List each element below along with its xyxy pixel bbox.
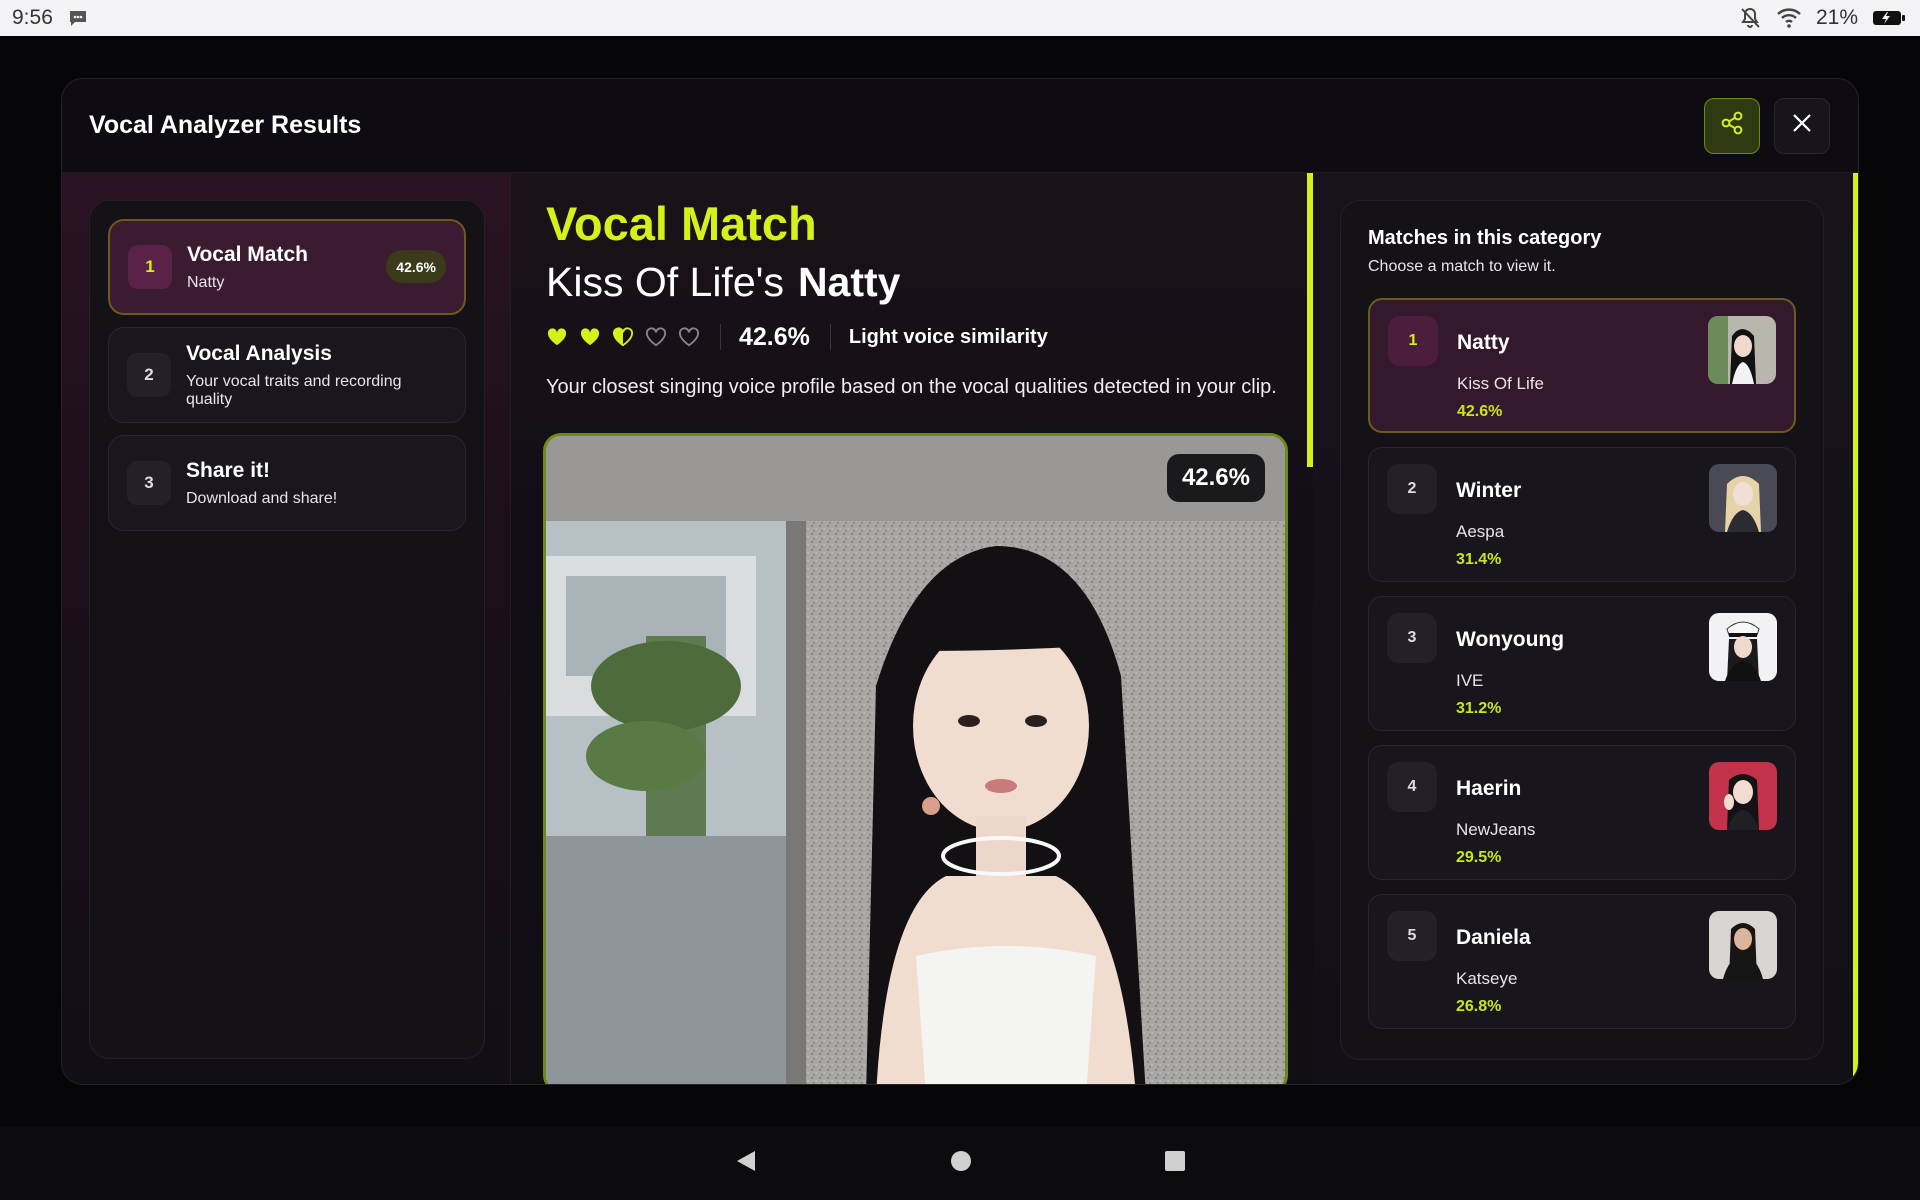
step-subtitle: Your vocal traits and recording quality — [186, 373, 402, 409]
matches-subtitle: Choose a match to view it. — [1368, 258, 1556, 275]
wifi-icon — [1776, 7, 1802, 29]
step-number: 3 — [127, 461, 171, 505]
match-percent-badge: 42.6% — [386, 250, 446, 283]
recents-icon[interactable] — [1163, 1149, 1187, 1178]
match-name: Haerin — [1456, 777, 1522, 800]
heart-filled-icon — [547, 328, 567, 346]
step-title: Vocal Match — [187, 242, 308, 266]
heart-empty-icon — [646, 327, 666, 347]
match-detail: Vocal Match Kiss Of Life's Natty 42.6% L… — [511, 173, 1313, 1084]
heart-half-icon — [613, 327, 633, 347]
step-share[interactable]: 3 Share it! Download and share! — [108, 435, 466, 531]
heart-filled-icon — [580, 328, 600, 346]
system-nav-bar — [0, 1126, 1920, 1200]
step-number: 2 — [127, 353, 171, 397]
battery-percent: 21% — [1815, 6, 1858, 29]
matches-panel: Matches in this category Choose a match … — [1340, 200, 1824, 1060]
close-icon — [1791, 112, 1813, 139]
close-button[interactable] — [1774, 97, 1830, 154]
match-item-wonyoung[interactable]: 3 Wonyoung IVE 31.2% — [1368, 596, 1796, 731]
back-icon[interactable] — [733, 1148, 759, 1179]
artist-photo-image — [546, 436, 1285, 1084]
steps-column: 1 Vocal Match Natty 42.6% 2 Vocal Analys… — [62, 173, 511, 1084]
heart-rating — [546, 327, 700, 347]
modal-title: Vocal Analyzer Results — [89, 111, 362, 139]
match-rank: 5 — [1387, 911, 1437, 961]
match-thumbnail — [1709, 911, 1777, 979]
share-button[interactable] — [1704, 97, 1760, 154]
step-number: 1 — [128, 245, 172, 289]
match-thumbnail — [1709, 613, 1777, 681]
match-item-daniela[interactable]: 5 Daniela Katseye 26.8% — [1368, 894, 1796, 1029]
battery-charging-icon — [1872, 9, 1906, 27]
match-thumbnail — [1708, 316, 1776, 384]
home-icon[interactable] — [949, 1149, 973, 1178]
match-rank: 2 — [1387, 464, 1437, 514]
step-title: Vocal Analysis — [186, 341, 332, 365]
match-item-winter[interactable]: 2 Winter Aespa 31.4% — [1368, 447, 1796, 582]
match-name: Winter — [1456, 479, 1522, 502]
match-percent: 42.6% — [739, 322, 810, 351]
step-vocal-match[interactable]: 1 Vocal Match Natty 42.6% — [108, 219, 466, 315]
artist-name: Natty — [797, 259, 901, 306]
match-group: Katseye — [1456, 969, 1518, 988]
match-thumbnail — [1709, 464, 1777, 532]
heart-empty-icon — [679, 327, 699, 347]
match-name: Wonyoung — [1456, 628, 1565, 651]
chat-bubble-icon — [67, 8, 89, 28]
match-group: IVE — [1456, 671, 1484, 690]
step-vocal-analysis[interactable]: 2 Vocal Analysis Your vocal traits and r… — [108, 327, 466, 423]
step-subtitle: Natty — [187, 274, 225, 292]
matches-title: Matches in this category — [1368, 227, 1602, 249]
artist-line: Kiss Of Life's Natty — [546, 259, 1313, 306]
match-item-natty[interactable]: 1 Natty Kiss Of Life 42.6% — [1368, 298, 1796, 433]
match-rank: 4 — [1387, 762, 1437, 812]
match-name: Daniela — [1456, 926, 1531, 949]
artist-photo: 42.6% — [543, 433, 1288, 1084]
match-rank: 1 — [1388, 316, 1438, 366]
match-name: Natty — [1457, 331, 1510, 354]
match-group: Aespa — [1456, 522, 1505, 541]
rating-row: 42.6% Light voice similarity — [546, 320, 1313, 354]
section-heading: Vocal Match — [546, 197, 817, 250]
step-title: Share it! — [186, 458, 271, 482]
status-time: 9:56 — [12, 6, 53, 29]
match-percent: 29.5% — [1456, 849, 1502, 866]
results-modal: Vocal Analyzer Results 1 Vocal Match Nat… — [61, 78, 1859, 1085]
notifications-off-icon — [1738, 6, 1762, 30]
photo-percent-badge: 42.6% — [1166, 454, 1265, 502]
match-percent: 31.2% — [1456, 700, 1502, 717]
modal-header: Vocal Analyzer Results — [62, 79, 1858, 173]
match-percent: 42.6% — [1457, 403, 1503, 420]
match-group: NewJeans — [1456, 820, 1536, 839]
match-description: Your closest singing voice profile based… — [546, 376, 1277, 399]
match-item-haerin[interactable]: 4 Haerin NewJeans 29.5% — [1368, 745, 1796, 880]
match-group: Kiss Of Life — [1457, 374, 1544, 393]
matches-column: Matches in this category Choose a match … — [1313, 173, 1858, 1084]
share-icon — [1719, 110, 1745, 141]
group-name: Kiss Of Life's — [546, 259, 784, 306]
match-thumbnail — [1709, 762, 1777, 830]
steps-panel: 1 Vocal Match Natty 42.6% 2 Vocal Analys… — [89, 200, 485, 1059]
step-subtitle: Download and share! — [186, 490, 338, 508]
status-bar: 9:56 21% — [0, 0, 1920, 36]
match-rank: 3 — [1387, 613, 1437, 663]
match-list: 1 Natty Kiss Of Life 42.6% 2 Winter Aesp… — [1368, 298, 1796, 1029]
scroll-indicator — [1853, 173, 1858, 1084]
match-percent: 26.8% — [1456, 998, 1502, 1015]
similarity-label: Light voice similarity — [848, 325, 1048, 348]
match-percent: 31.4% — [1456, 551, 1502, 568]
